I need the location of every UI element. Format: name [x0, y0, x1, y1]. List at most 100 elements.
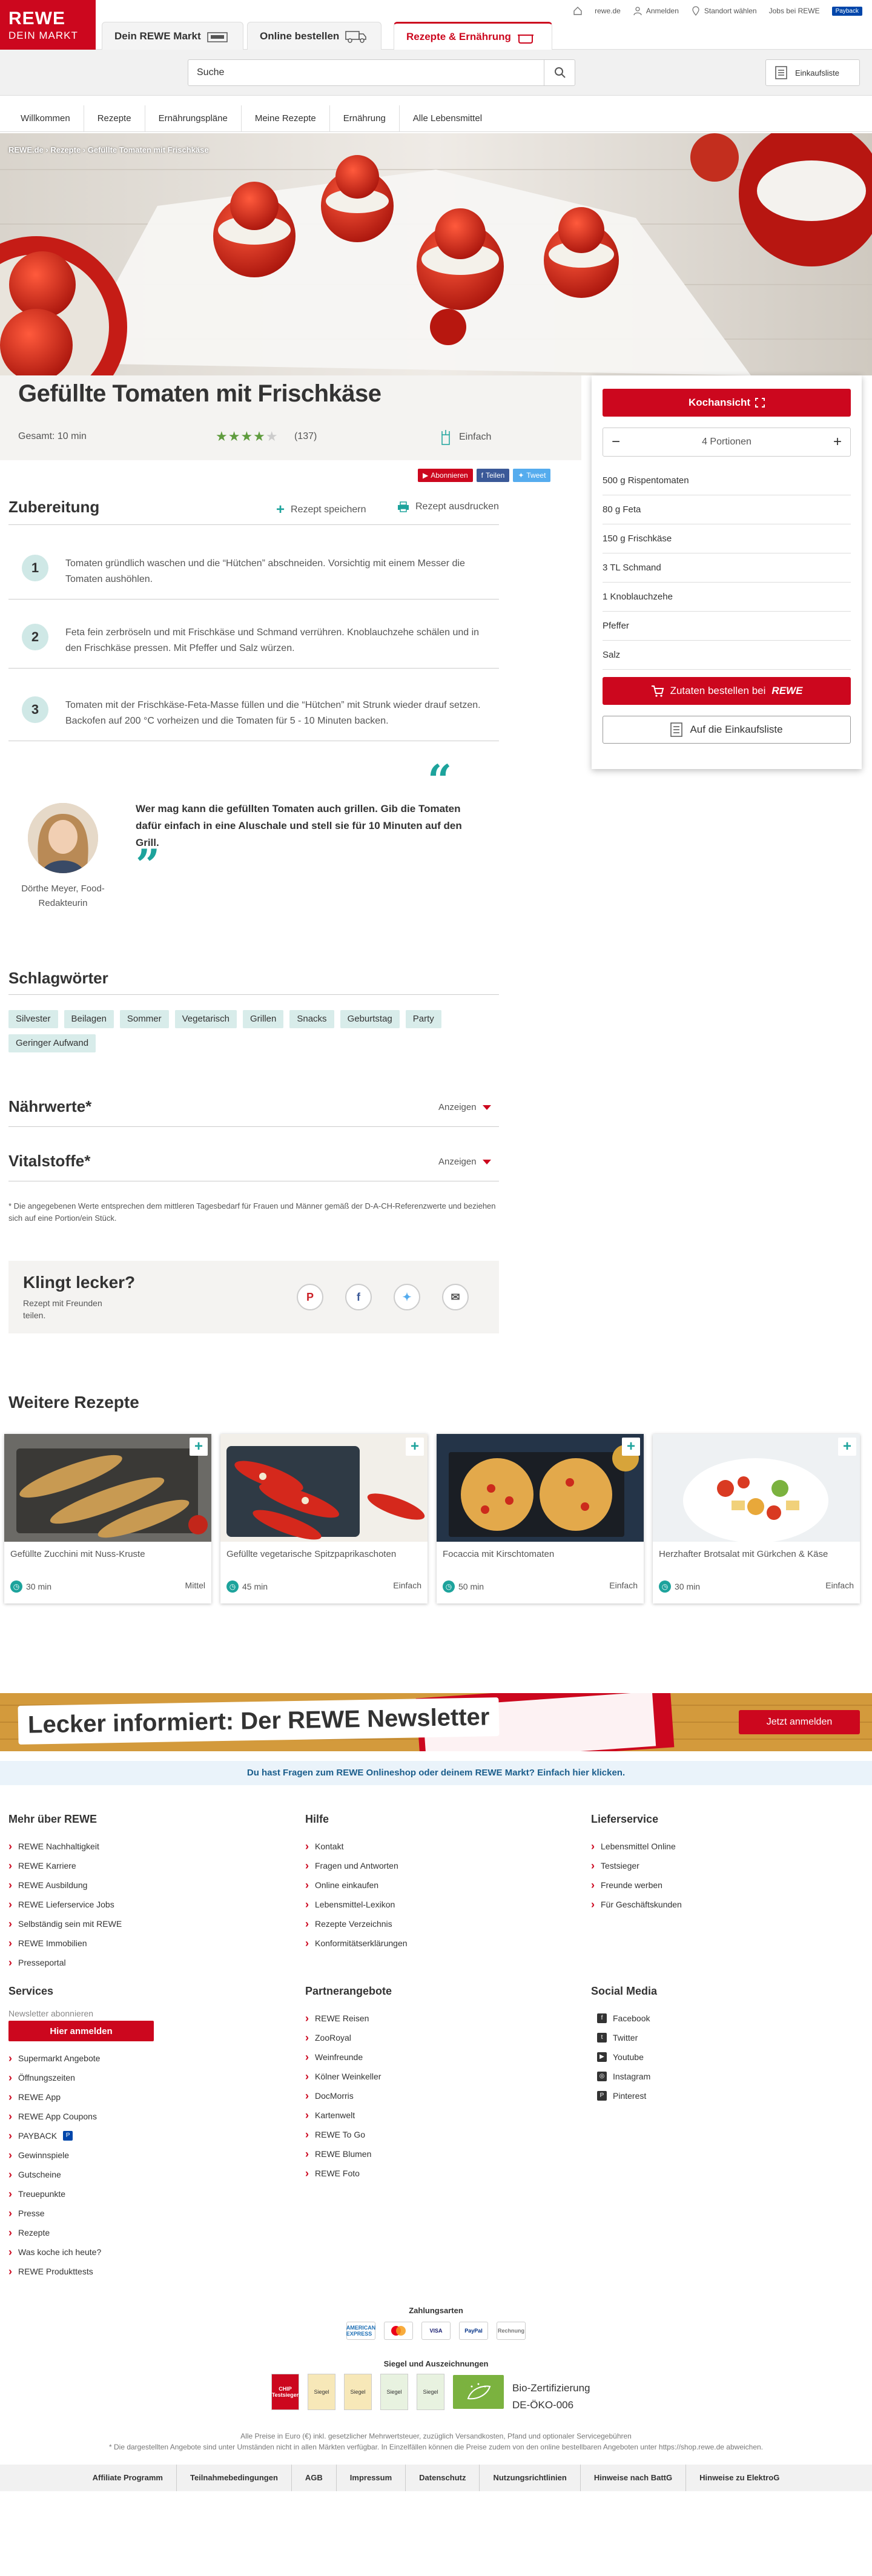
newsletter-anmelden-button[interactable]: Jetzt anmelden — [739, 1710, 860, 1734]
footer-link[interactable]: Kölner Weinkeller — [305, 2067, 392, 2086]
footer-link[interactable]: Presseportal — [8, 1953, 122, 1972]
minus-button[interactable]: − — [612, 434, 620, 451]
payback-logo[interactable]: Payback — [831, 6, 862, 16]
bottom-link[interactable]: Datenschutz — [405, 2465, 479, 2491]
einkaufsliste-button[interactable]: Einkaufsliste — [765, 59, 860, 86]
bottom-link[interactable]: Nutzungsrichtlinien — [479, 2465, 580, 2491]
tag-item[interactable]: Snacks — [289, 1010, 334, 1028]
instagram-link[interactable]: ◎ Instagram — [591, 2067, 657, 2086]
footer-link[interactable]: REWE Lieferservice Jobs — [8, 1895, 122, 1914]
bottom-link[interactable]: Affiliate Programm — [79, 2465, 176, 2491]
footer-link[interactable]: Lebensmittel-Lexikon — [305, 1895, 408, 1914]
tab-dein-rewe-markt[interactable]: Dein REWE Markt — [102, 22, 243, 50]
nav-ernaehrungsplaene[interactable]: Ernährungspläne — [144, 105, 241, 131]
footer-link[interactable]: Online einkaufen — [305, 1875, 408, 1895]
footer-link[interactable]: Gewinnspiele — [8, 2145, 154, 2165]
nav-meine-rezepte[interactable]: Meine Rezepte — [240, 105, 329, 131]
email-share-button[interactable]: ✉ — [442, 1284, 469, 1310]
footer-link[interactable]: Weinfreunde — [305, 2047, 392, 2067]
footer-link[interactable]: REWE Ausbildung — [8, 1875, 122, 1895]
tag-item[interactable]: Beilagen — [64, 1010, 114, 1028]
footer-link[interactable]: REWE Karriere — [8, 1856, 122, 1875]
bottom-link[interactable]: Hinweise nach BattG — [580, 2465, 685, 2491]
bottom-link[interactable]: Impressum — [335, 2465, 405, 2491]
rewe-logo[interactable]: REWE DEIN MARKT — [0, 0, 96, 50]
vitalstoffe-toggle[interactable]: Anzeigen — [438, 1157, 491, 1167]
pinterest-link[interactable]: P Pinterest — [591, 2086, 657, 2105]
recipe-card[interactable]: + Herzhafter Brotsalat mit Gürkchen & Kä… — [653, 1434, 860, 1603]
footer-link[interactable]: Treuepunkte — [8, 2184, 154, 2204]
nav-willkommen[interactable]: Willkommen — [7, 105, 84, 131]
recipe-card[interactable]: + Gefüllte vegetarische Spitzpaprikascho… — [220, 1434, 428, 1603]
footer-link[interactable]: REWE Reisen — [305, 2009, 392, 2028]
zutaten-bestellen-button[interactable]: Zutaten bestellen bei REWE — [603, 677, 851, 705]
naehrwerte-toggle[interactable]: Anzeigen — [438, 1102, 491, 1112]
einkaufsliste-add-button[interactable]: Auf die Einkaufsliste — [603, 716, 851, 744]
footer-link[interactable]: Gutscheine — [8, 2165, 154, 2184]
add-recipe-button[interactable]: + — [190, 1438, 208, 1456]
tag-item[interactable]: Sommer — [119, 1010, 169, 1028]
facebook-link[interactable]: f Facebook — [591, 2009, 657, 2028]
rewe-de-link[interactable]: rewe.de — [595, 7, 621, 15]
youtube-link[interactable]: ▶ Youtube — [591, 2047, 657, 2067]
footer-link[interactable]: Konformitätserklärungen — [305, 1934, 408, 1953]
search-button[interactable] — [544, 59, 575, 86]
tag-item[interactable]: Party — [405, 1010, 441, 1028]
tweet-button[interactable]: ✦ Tweet — [513, 469, 551, 482]
footer-link[interactable]: Lebensmittel Online — [591, 1837, 682, 1856]
bottom-link[interactable]: AGB — [291, 2465, 336, 2491]
recipe-card[interactable]: + Focaccia mit Kirschtomaten ◷ 50 min Ein… — [437, 1434, 644, 1603]
footer-link[interactable]: REWE App Coupons — [8, 2107, 154, 2126]
footer-link[interactable]: Presse — [8, 2204, 154, 2223]
rating-stars[interactable]: ★★★★★ — [216, 429, 279, 444]
footer-link[interactable]: REWE App — [8, 2087, 154, 2107]
nav-rezepte[interactable]: Rezepte — [83, 105, 145, 131]
footer-link[interactable]: REWE Blumen — [305, 2144, 392, 2164]
add-recipe-button[interactable]: + — [622, 1438, 640, 1456]
facebook-share-button[interactable]: f — [345, 1284, 372, 1310]
footer-link[interactable]: Freunde werben — [591, 1875, 682, 1895]
standort-link[interactable]: Standort wählen — [691, 6, 757, 16]
footer-link[interactable]: Selbständig sein mit REWE — [8, 1914, 122, 1934]
recipe-card[interactable]: + Gefüllte Zucchini mit Nuss-Kruste ◷ 30 … — [4, 1434, 211, 1603]
search-input[interactable]: Suche — [188, 59, 575, 86]
twitter-link[interactable]: t Twitter — [591, 2028, 657, 2047]
footer-link[interactable]: DocMorris — [305, 2086, 392, 2105]
tag-item[interactable]: Geringer Aufwand — [8, 1034, 96, 1052]
add-recipe-button[interactable]: + — [838, 1438, 856, 1456]
jobs-link[interactable]: Jobs bei REWE — [769, 7, 820, 15]
add-recipe-button[interactable]: + — [406, 1438, 424, 1456]
footer-link[interactable]: Für Geschäftskunden — [591, 1895, 682, 1914]
nav-ernaehrung[interactable]: Ernährung — [329, 105, 399, 131]
footer-link[interactable]: Rezepte — [8, 2223, 154, 2242]
twitter-share-button[interactable]: ✦ — [394, 1284, 420, 1310]
tab-online-bestellen[interactable]: Online bestellen — [247, 22, 382, 50]
rezept-drucken-button[interactable]: Rezept ausdrucken — [397, 501, 499, 512]
footer-link[interactable]: REWE Immobilien — [8, 1934, 122, 1953]
footer-link[interactable]: ZooRoyal — [305, 2028, 392, 2047]
tag-item[interactable]: Vegetarisch — [174, 1010, 237, 1028]
footer-link[interactable]: Kartenwelt — [305, 2105, 392, 2125]
anmelden-link[interactable]: Anmelden — [633, 6, 679, 16]
footer-link[interactable]: PAYBACKP — [8, 2126, 154, 2145]
bottom-link[interactable]: Hinweise zu ElektroG — [685, 2465, 793, 2491]
nav-alle-lebensmittel[interactable]: Alle Lebensmittel — [398, 105, 495, 131]
footer-link[interactable]: REWE Foto — [305, 2164, 392, 2183]
footer-link[interactable]: Rezepte Verzeichnis — [305, 1914, 408, 1934]
footer-link[interactable]: REWE Produkttests — [8, 2262, 154, 2281]
tag-item[interactable]: Grillen — [243, 1010, 284, 1028]
pinterest-share-button[interactable]: P — [297, 1284, 323, 1310]
footer-link[interactable]: Testsieger — [591, 1856, 682, 1875]
kochansicht-button[interactable]: Kochansicht — [603, 389, 851, 417]
breadcrumb[interactable]: REWE.de › Rezepte › Gefüllte Tomaten mit… — [8, 145, 209, 154]
tag-item[interactable]: Geburtstag — [340, 1010, 400, 1028]
footer-link[interactable]: Supermarkt Angebote — [8, 2049, 154, 2068]
fragen-link[interactable]: Du hast Fragen zum REWE Onlineshop oder … — [0, 1761, 872, 1785]
plus-button[interactable]: + — [833, 434, 842, 451]
home-icon[interactable] — [573, 6, 583, 16]
bottom-link[interactable]: Teilnahmebedingungen — [176, 2465, 291, 2491]
footer-link[interactable]: Fragen und Antworten — [305, 1856, 408, 1875]
footer-link[interactable]: Kontakt — [305, 1837, 408, 1856]
hier-anmelden-button[interactable]: Hier anmelden — [8, 2021, 154, 2041]
tag-item[interactable]: Silvester — [8, 1010, 58, 1028]
